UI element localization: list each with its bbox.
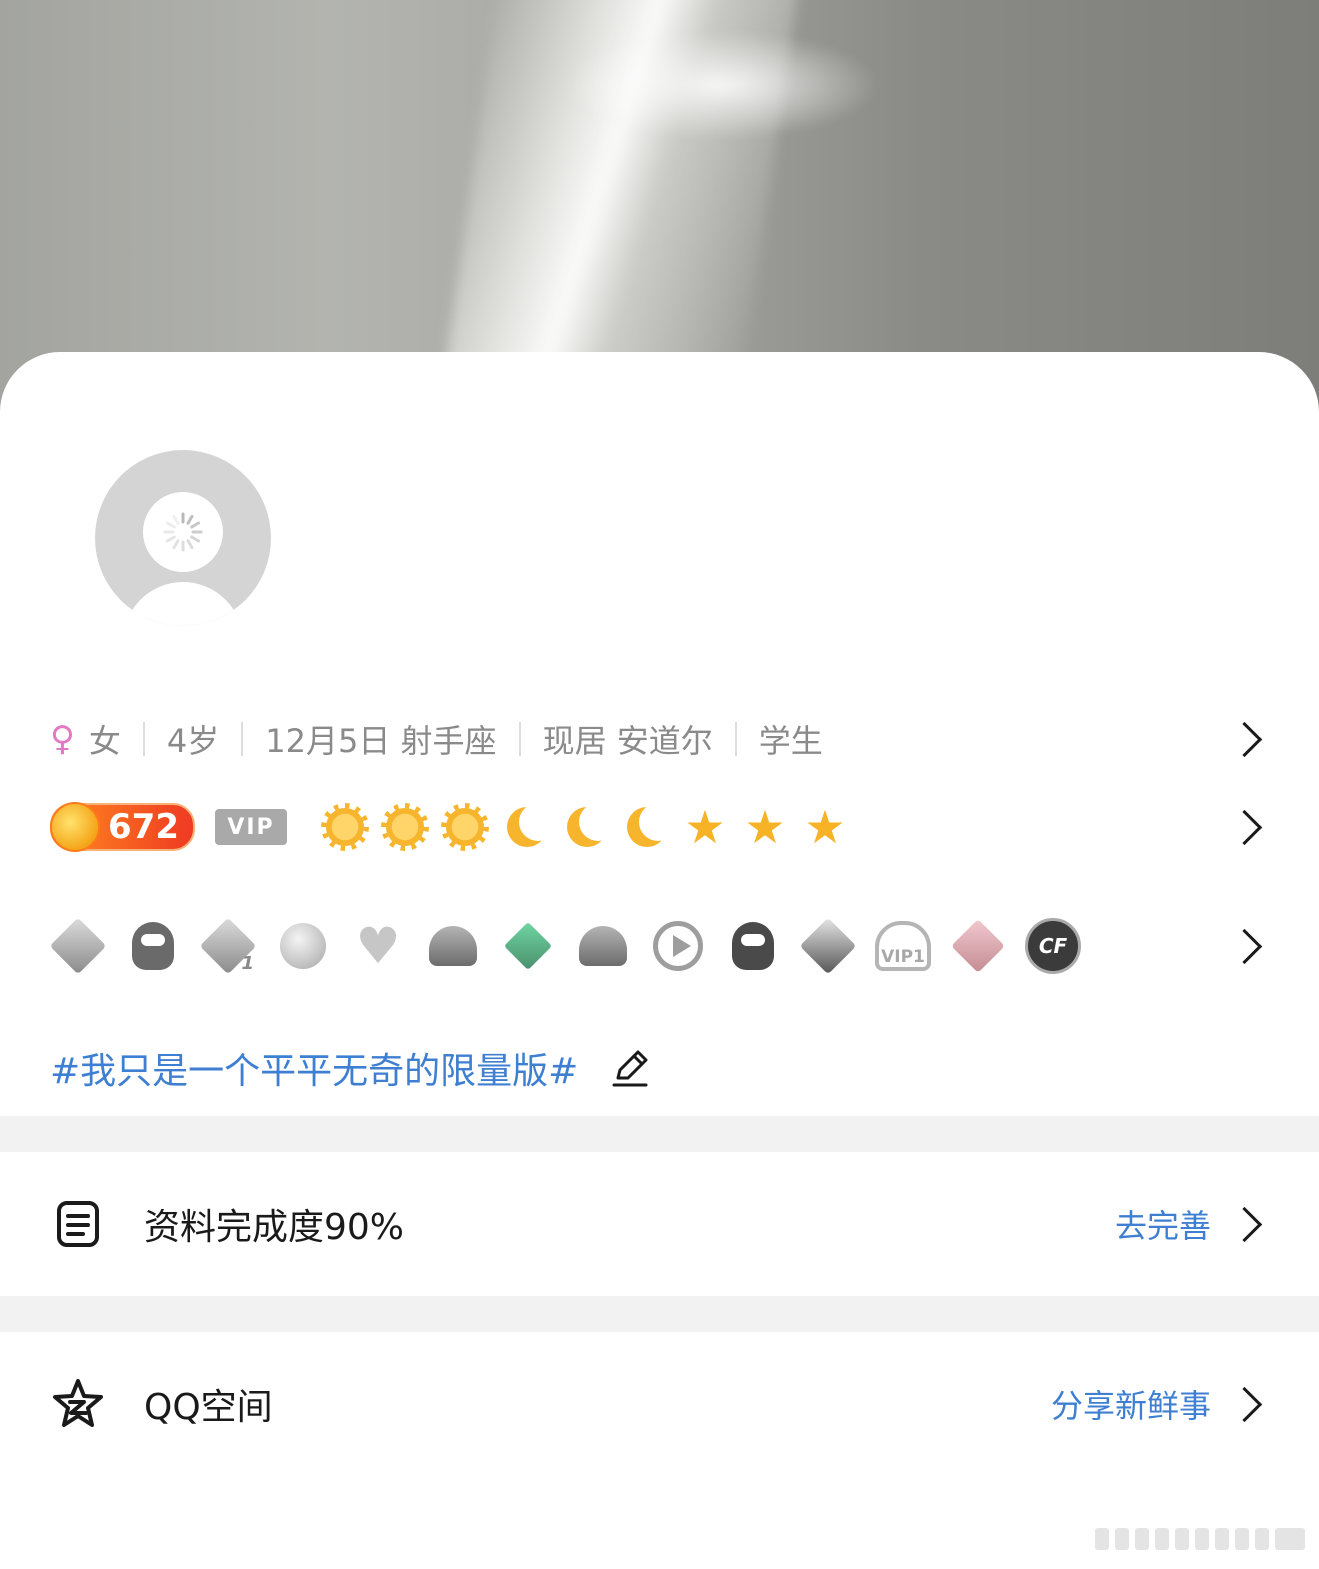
level-badge: 672: [50, 802, 195, 852]
vip-badge: VIP: [214, 809, 287, 845]
profile-completion-row[interactable]: 资料完成度90% 去完善: [50, 1174, 1319, 1274]
signature-row[interactable]: #我只是一个平平无奇的限量版#: [50, 1040, 1319, 1096]
share-news-link[interactable]: 分享新鲜事: [1051, 1381, 1211, 1427]
avatar[interactable]: [95, 450, 271, 626]
age-text: 4岁: [166, 722, 220, 760]
qzone-label: QQ空间: [144, 1387, 273, 1428]
chevron-right-icon: [1226, 1206, 1263, 1242]
chevron-right-icon: [1226, 928, 1263, 964]
cf-badge-icon[interactable]: CF: [1025, 918, 1081, 974]
sun-icon: [320, 803, 369, 851]
penguin-wing-badge-icon[interactable]: [49, 917, 107, 975]
chevron-right-icon: [1226, 809, 1263, 845]
watermark-logo: [1095, 1528, 1305, 1550]
penguin-fold-badge-icon[interactable]: [575, 918, 631, 974]
bomb-face-badge-icon[interactable]: [275, 918, 331, 974]
cloud-vip-badge-icon[interactable]: VIP1: [875, 918, 931, 974]
birthday-text: 12月5日 射手座: [265, 722, 497, 760]
silver-diamond-badge-icon[interactable]: [799, 917, 857, 975]
penguin-hat-badge-icon[interactable]: [125, 918, 181, 974]
star-icon: ★: [744, 800, 786, 854]
divider: [142, 722, 145, 756]
signature-text: #我只是一个平平无奇的限量版#: [50, 1051, 579, 1092]
moon-icon: [621, 803, 677, 851]
heart-badge-icon[interactable]: ♥: [350, 918, 406, 974]
star-icon: ★: [684, 800, 726, 854]
level-number: 672: [108, 807, 179, 847]
divider: [518, 722, 521, 756]
diamond-level-text: 1: [241, 953, 254, 974]
section-divider: [0, 1296, 1319, 1332]
green-diamond-badge-icon[interactable]: [500, 918, 556, 974]
level-row[interactable]: 672 VIP ★ ★ ★: [50, 798, 1319, 856]
penguin-lightning-badge-icon[interactable]: [425, 918, 481, 974]
qzone-star-icon: [50, 1376, 106, 1432]
qzone-row[interactable]: QQ空间 分享新鲜事: [50, 1354, 1319, 1454]
document-icon: [50, 1196, 106, 1252]
avatar-body: [123, 582, 243, 626]
occupation-text: 学生: [758, 722, 823, 760]
divider: [241, 722, 244, 756]
loading-spinner-icon: [163, 512, 203, 552]
star-icon: ★: [804, 800, 846, 854]
profile-completion-label: 资料完成度90%: [144, 1207, 405, 1248]
chevron-right-icon: [1226, 721, 1263, 757]
pink-diamond-badge-icon[interactable]: [950, 918, 1006, 974]
badge-row[interactable]: 1 ♥ VIP1 CF: [49, 914, 1319, 978]
sun-icon: [440, 803, 489, 851]
coin-icon: [50, 802, 100, 852]
gender-text: 女: [88, 722, 121, 760]
level-icons: ★ ★ ★: [320, 800, 861, 854]
divider: [734, 722, 737, 756]
section-divider: [0, 1116, 1319, 1152]
location-text: 现居 安道尔: [542, 722, 713, 760]
profile-info-row[interactable]: ♀ 女 4岁 12月5日 射手座 现居 安道尔 学生: [50, 712, 1319, 766]
penguin-crown-badge-icon[interactable]: [725, 918, 781, 974]
diamond-badge-icon[interactable]: 1: [199, 917, 257, 975]
female-icon: ♀: [50, 719, 75, 759]
moon-icon: [561, 803, 617, 851]
chevron-right-icon: [1226, 1386, 1263, 1422]
moon-icon: [501, 803, 557, 851]
cover-fabric-highlight: [560, 30, 880, 140]
play-badge-icon[interactable]: [650, 918, 706, 974]
complete-profile-link[interactable]: 去完善: [1115, 1201, 1211, 1247]
pencil-icon[interactable]: [610, 1048, 650, 1088]
sun-icon: [380, 803, 429, 851]
